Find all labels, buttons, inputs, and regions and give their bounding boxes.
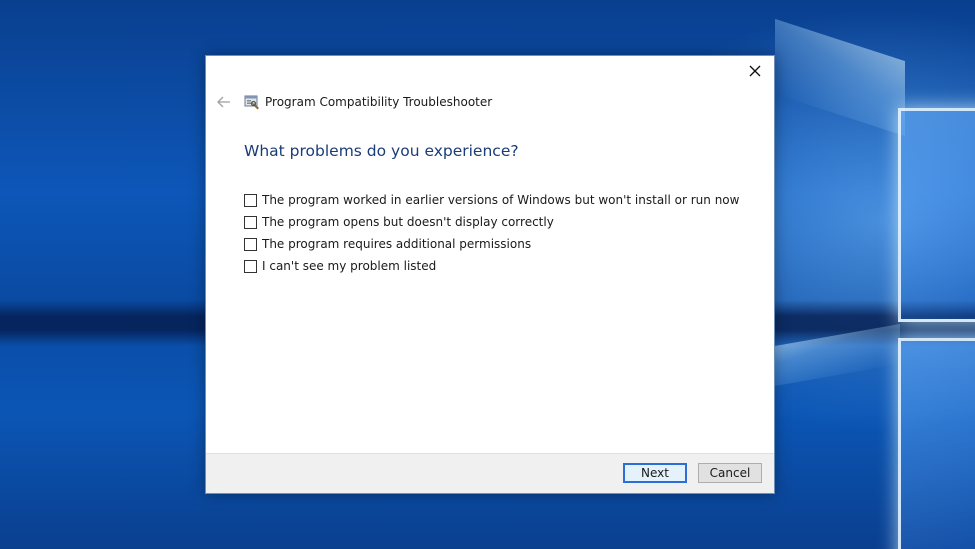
close-button[interactable] [742, 60, 768, 82]
option-label: The program requires additional permissi… [262, 237, 532, 251]
option-label: The program opens but doesn't display co… [262, 215, 554, 229]
cancel-button[interactable]: Cancel [698, 463, 762, 483]
wallpaper-light-beam [775, 18, 905, 137]
next-button[interactable]: Next [623, 463, 687, 483]
wallpaper-window-pane-bottom [898, 338, 975, 549]
problem-options-list: The program worked in earlier versions o… [244, 189, 739, 277]
option-not-listed[interactable]: I can't see my problem listed [244, 255, 739, 277]
dialog-title: Program Compatibility Troubleshooter [265, 95, 493, 109]
page-heading: What problems do you experience? [244, 142, 519, 160]
back-button[interactable] [214, 93, 234, 111]
dialog-footer: Next Cancel [206, 453, 774, 493]
checkbox[interactable] [244, 193, 257, 207]
checkbox[interactable] [244, 215, 257, 229]
option-additional-permissions[interactable]: The program requires additional permissi… [244, 233, 739, 255]
troubleshooter-icon [244, 94, 260, 110]
wallpaper-window-pane-top [898, 108, 975, 322]
option-label: I can't see my problem listed [262, 259, 437, 273]
back-arrow-icon [217, 96, 230, 108]
checkbox[interactable] [244, 259, 257, 273]
option-display-incorrectly[interactable]: The program opens but doesn't display co… [244, 211, 739, 233]
option-label: The program worked in earlier versions o… [262, 193, 740, 207]
close-icon [749, 65, 761, 77]
option-earlier-windows[interactable]: The program worked in earlier versions o… [244, 189, 739, 211]
checkbox[interactable] [244, 237, 257, 251]
desktop-background: Program Compatibility Troubleshooter Wha… [0, 0, 975, 549]
dialog-header: Program Compatibility Troubleshooter [214, 92, 492, 112]
troubleshooter-dialog: Program Compatibility Troubleshooter Wha… [205, 55, 775, 494]
